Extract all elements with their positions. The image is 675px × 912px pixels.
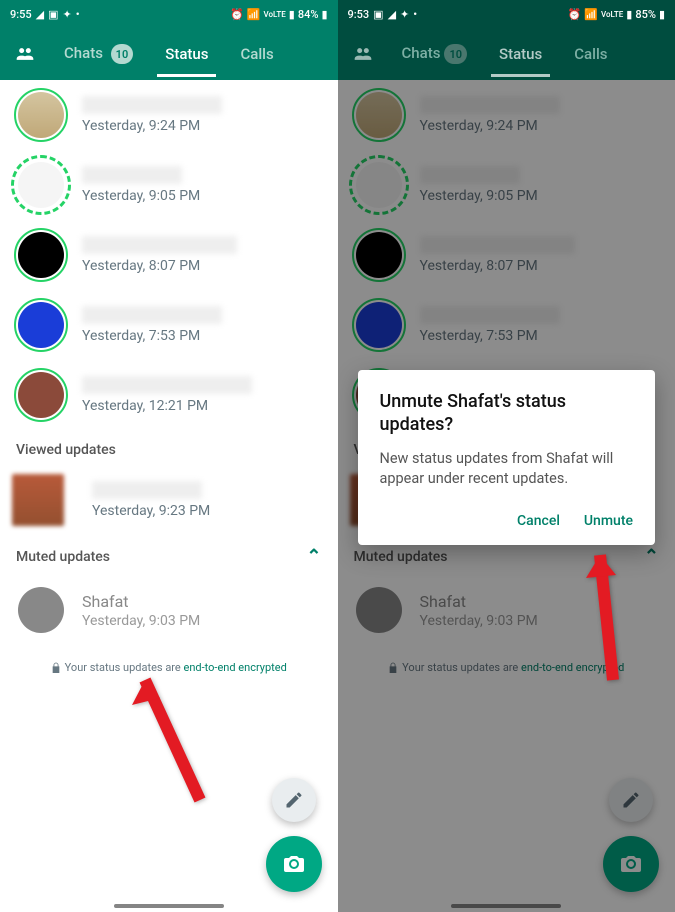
screenshot-right: 9:53 ▣ ◢ ✦ • ⏰ 📶 VoLTE ▮ 85% ▮ Chats10 S… <box>338 0 675 912</box>
status-item-muted[interactable]: Shafat Yesterday, 9:03 PM <box>0 575 338 645</box>
slack-icon: ✦ <box>400 8 409 21</box>
contact-name: Shafat <box>82 592 324 611</box>
battery-text: 84% <box>298 8 319 21</box>
status-time: Yesterday, 9:23 PM <box>92 503 324 519</box>
alarm-icon: ⏰ <box>230 8 244 21</box>
avatar <box>18 162 64 208</box>
status-time: Yesterday, 9:05 PM <box>82 188 324 204</box>
status-item[interactable]: Yesterday, 9:24 PM <box>0 80 338 150</box>
volte-icon: VoLTE <box>264 10 286 19</box>
edit-fab[interactable] <box>272 778 316 822</box>
avatar <box>18 302 64 348</box>
more-icon: • <box>413 8 417 21</box>
communities-icon[interactable] <box>12 44 38 64</box>
status-bar: 9:53 ▣ ◢ ✦ • ⏰ 📶 VoLTE ▮ 85% ▮ <box>338 0 675 28</box>
battery-text: 85% <box>635 8 656 21</box>
gallery-icon: ▣ <box>373 8 383 21</box>
battery-icon: ▮ <box>659 8 665 21</box>
status-item[interactable]: Yesterday, 8:07 PM <box>0 220 338 290</box>
telegram-icon: ◢ <box>388 8 396 21</box>
dialog-body: New status updates from Shafat will appe… <box>380 449 634 490</box>
contact-name-blurred <box>82 96 222 114</box>
tab-status: Status <box>483 31 558 77</box>
avatar <box>18 232 64 278</box>
encryption-link[interactable]: end-to-end encrypted <box>184 661 287 674</box>
communities-icon <box>350 44 376 64</box>
volte-icon: VoLTE <box>601 10 623 19</box>
tab-status[interactable]: Status <box>149 31 224 77</box>
viewed-updates-header[interactable]: Viewed updates <box>0 430 338 466</box>
slack-icon: ✦ <box>63 8 72 21</box>
contact-name-blurred <box>92 481 202 499</box>
contact-name-blurred <box>82 236 237 254</box>
clock-time: 9:55 <box>10 8 32 21</box>
status-time: Yesterday, 7:53 PM <box>82 328 324 344</box>
camera-fab[interactable] <box>266 836 322 892</box>
contact-name-blurred <box>82 306 222 324</box>
wifi-icon: 📶 <box>584 8 598 21</box>
tab-calls[interactable]: Calls <box>224 31 289 77</box>
avatar-blurred <box>12 474 64 526</box>
alarm-icon: ⏰ <box>568 8 582 21</box>
dialog-title: Unmute Shafat's status updates? <box>380 390 634 437</box>
chevron-up-icon: ⌃ <box>306 546 321 567</box>
unmute-button[interactable]: Unmute <box>584 513 633 529</box>
status-time: Yesterday, 9:03 PM <box>82 613 324 629</box>
avatar <box>18 587 64 633</box>
encryption-notice: Your status updates are end-to-end encry… <box>0 645 338 690</box>
lock-icon <box>51 662 61 674</box>
home-indicator <box>114 904 224 908</box>
status-item[interactable]: Yesterday, 7:53 PM <box>0 290 338 360</box>
avatar <box>18 92 64 138</box>
tab-chats: Chats10 <box>386 30 484 79</box>
more-icon: • <box>76 8 80 21</box>
top-bar: Chats10 Status Calls <box>338 28 675 80</box>
tab-chats[interactable]: Chats 10 <box>48 30 149 79</box>
status-time: Yesterday, 9:24 PM <box>82 118 324 134</box>
status-list: Yesterday, 9:24 PM Yesterday, 9:05 PM Ye… <box>0 80 338 912</box>
unmute-dialog: Unmute Shafat's status updates? New stat… <box>358 370 656 545</box>
signal-icon: ▮ <box>289 8 295 21</box>
status-item[interactable]: Yesterday, 9:05 PM <box>0 150 338 220</box>
status-bar: 9:55 ◢ ▣ ✦ • ⏰ 📶 VoLTE ▮ 84% ▮ <box>0 0 338 28</box>
avatar <box>18 372 64 418</box>
wifi-icon: 📶 <box>247 8 261 21</box>
tab-calls: Calls <box>558 31 623 77</box>
status-time: Yesterday, 8:07 PM <box>82 258 324 274</box>
top-bar: Chats 10 Status Calls <box>0 28 338 80</box>
chats-badge: 10 <box>111 44 134 64</box>
screenshot-left: 9:55 ◢ ▣ ✦ • ⏰ 📶 VoLTE ▮ 84% ▮ Chats 10 … <box>0 0 338 912</box>
contact-name-blurred <box>82 166 182 184</box>
telegram-icon: ◢ <box>36 8 44 21</box>
clock-time: 9:53 <box>348 8 370 21</box>
battery-icon: ▮ <box>321 8 327 21</box>
contact-name-blurred <box>82 376 252 394</box>
status-item[interactable]: Yesterday, 12:21 PM <box>0 360 338 430</box>
status-item-viewed[interactable]: Yesterday, 9:23 PM <box>0 466 338 534</box>
status-time: Yesterday, 12:21 PM <box>82 398 324 414</box>
gallery-icon: ▣ <box>48 8 58 21</box>
signal-icon: ▮ <box>626 8 632 21</box>
muted-updates-header[interactable]: Muted updates ⌃ <box>0 534 338 575</box>
cancel-button[interactable]: Cancel <box>517 513 560 529</box>
